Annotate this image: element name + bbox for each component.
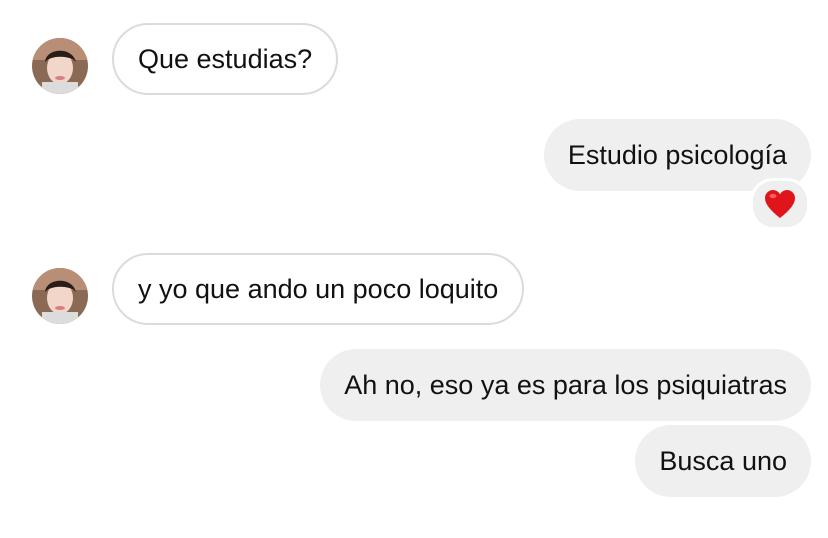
- heart-emoji-icon: [765, 190, 795, 218]
- message-bubble-received[interactable]: Que estudias?: [112, 23, 339, 95]
- message-bubble-sent[interactable]: Busca uno: [635, 425, 811, 497]
- message-bubble-sent[interactable]: Ah no, eso ya es para los psiquiatras: [320, 349, 811, 421]
- message-bubble-received[interactable]: y yo que ando un poco loquito: [112, 253, 525, 325]
- contact-avatar[interactable]: [32, 268, 88, 324]
- contact-avatar[interactable]: [32, 38, 88, 94]
- message-reaction[interactable]: [750, 178, 810, 230]
